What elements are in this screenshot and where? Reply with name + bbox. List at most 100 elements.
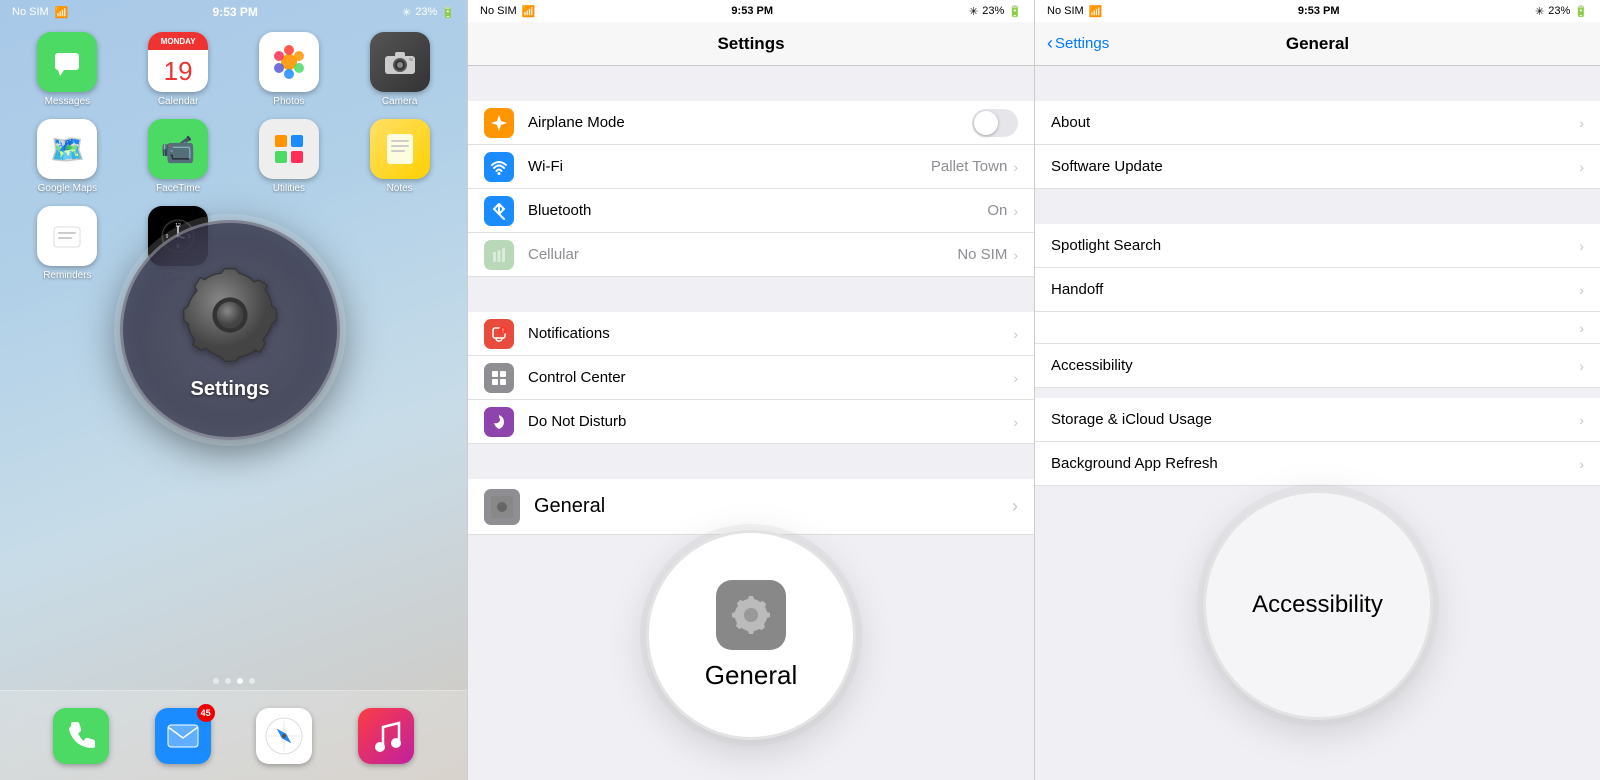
cellular-icon (484, 240, 514, 270)
app-camera[interactable]: Camera (348, 32, 451, 107)
status-bar-home: No SIM 📶 9:53 PM ✳ 23% 🔋 (0, 0, 467, 24)
row-control-center[interactable]: Control Center › (468, 356, 1034, 400)
dot-2 (225, 678, 231, 684)
notes-label: Notes (387, 183, 413, 194)
app-reminders[interactable]: Reminders (16, 206, 119, 281)
row-handoff[interactable]: Handoff › (1035, 268, 1600, 312)
sb3-right: ✳ 23% 🔋 (1535, 5, 1588, 18)
dock-music[interactable] (358, 708, 414, 764)
camera-label: Camera (382, 96, 418, 107)
sb2-wifi-icon: 📶 (522, 5, 536, 18)
settings-nav-title: Settings (717, 34, 784, 54)
storage-chevron: › (1579, 412, 1584, 428)
airplane-toggle[interactable] (972, 109, 1018, 137)
row-accessibility-behind[interactable]: Accessibility › (1035, 344, 1600, 388)
general-gear-icon (716, 580, 786, 650)
notes-icon (370, 119, 430, 179)
row-cellular[interactable]: Cellular No SIM › (468, 233, 1034, 277)
settings-screen: No SIM 📶 9:53 PM ✳ 23% 🔋 Settings Airpla… (467, 0, 1034, 780)
sb3-battery-icon: 🔋 (1574, 5, 1588, 18)
row-general[interactable]: General › (468, 479, 1034, 535)
accessibility-bg-chevron: › (1579, 358, 1584, 374)
storage-label: Storage & iCloud Usage (1051, 411, 1579, 428)
wifi-icon-settings (484, 152, 514, 182)
row-bg-refresh[interactable]: Background App Refresh › (1035, 442, 1600, 486)
row-storage[interactable]: Storage & iCloud Usage › (1035, 398, 1600, 442)
row-notifications[interactable]: ! Notifications › (468, 312, 1034, 356)
row-partial[interactable]: › (1035, 312, 1600, 344)
sb3-wifi-icon: 📶 (1089, 5, 1103, 18)
general-label: General (534, 495, 1012, 518)
spotlight-label: Spotlight Search (1051, 237, 1579, 254)
bluetooth-icon-settings (484, 196, 514, 226)
app-photos[interactable]: Photos (238, 32, 341, 107)
app-notes[interactable]: Notes (348, 119, 451, 194)
bg-refresh-label: Background App Refresh (1051, 455, 1579, 472)
wifi-icon: 📶 (55, 6, 69, 19)
back-label: Settings (1055, 35, 1109, 52)
utilities-icon (259, 119, 319, 179)
googlemaps-icon: 🗺️ (37, 119, 97, 179)
general-screen: No SIM 📶 9:53 PM ✳ 23% 🔋 ‹ Settings Gene… (1034, 0, 1600, 780)
general-icon (484, 489, 520, 525)
dnd-icon (484, 407, 514, 437)
dock: 45 (0, 690, 467, 780)
wifi-chevron: › (1013, 159, 1018, 175)
back-button[interactable]: ‹ Settings (1047, 33, 1109, 54)
bg-refresh-chevron: › (1579, 456, 1584, 472)
row-airplane[interactable]: Airplane Mode (468, 101, 1034, 145)
status-bar-left: No SIM 📶 (12, 6, 68, 19)
photos-icon (259, 32, 319, 92)
wifi-label: Wi-Fi (528, 158, 931, 175)
accessibility-label: Accessibility (1252, 591, 1383, 619)
reminders-label: Reminders (43, 270, 91, 281)
dot-1 (213, 678, 219, 684)
carrier-label: No SIM (12, 6, 49, 18)
status-bar-right: ✳ 23% 🔋 (402, 6, 455, 19)
photos-label: Photos (273, 96, 304, 107)
bluetooth-label: Bluetooth (528, 202, 987, 219)
app-calendar[interactable]: MONDAY 19 Calendar (127, 32, 230, 107)
general-gap-3 (1035, 388, 1600, 398)
calendar-icon: MONDAY 19 (148, 32, 208, 92)
page-dots (0, 678, 467, 684)
cellular-chevron: › (1013, 247, 1018, 263)
settings-spotlight[interactable]: Settings (120, 220, 340, 440)
app-facetime[interactable]: 📹 FaceTime (127, 119, 230, 194)
reminders-icon (37, 206, 97, 266)
sb2-time: 9:53 PM (731, 5, 773, 17)
app-messages[interactable]: Messages (16, 32, 119, 107)
software-update-label: Software Update (1051, 158, 1579, 175)
dnd-chevron: › (1013, 414, 1018, 430)
section-gap-3 (468, 444, 1034, 479)
row-software-update[interactable]: Software Update › (1035, 145, 1600, 189)
notifications-icon: ! (484, 319, 514, 349)
app-googlemaps[interactable]: 🗺️ Google Maps (16, 119, 119, 194)
dnd-label: Do Not Disturb (528, 413, 1013, 430)
row-dnd[interactable]: Do Not Disturb › (468, 400, 1034, 444)
facetime-icon: 📹 (148, 119, 208, 179)
row-bluetooth[interactable]: Bluetooth On › (468, 189, 1034, 233)
airplane-icon (484, 108, 514, 138)
row-spotlight[interactable]: Spotlight Search › (1035, 224, 1600, 268)
cellular-label: Cellular (528, 246, 957, 263)
section-gap-2 (468, 277, 1034, 312)
messages-label: Messages (45, 96, 91, 107)
general-chevron: › (1012, 496, 1018, 517)
home-screen: No SIM 📶 9:53 PM ✳ 23% 🔋 Messages MONDAY… (0, 0, 467, 780)
general-gap-2 (1035, 189, 1600, 224)
sb3-bt-icon: ✳ (1535, 5, 1544, 18)
status-bar-general: No SIM 📶 9:53 PM ✳ 23% 🔋 (1035, 0, 1600, 22)
row-about[interactable]: About › (1035, 101, 1600, 145)
sb2-carrier: No SIM (480, 5, 517, 17)
sb2-battery: 23% (982, 5, 1004, 17)
dock-mail[interactable]: 45 (155, 708, 211, 764)
status-bar-settings: No SIM 📶 9:53 PM ✳ 23% 🔋 (468, 0, 1034, 22)
app-utilities[interactable]: Utilities (238, 119, 341, 194)
dock-safari[interactable] (256, 708, 312, 764)
general-nav-title: General (1286, 34, 1349, 54)
dock-phone[interactable] (53, 708, 109, 764)
row-wifi[interactable]: Wi-Fi Pallet Town › (468, 145, 1034, 189)
notifications-label: Notifications (528, 325, 1013, 342)
wifi-value: Pallet Town (931, 158, 1007, 175)
